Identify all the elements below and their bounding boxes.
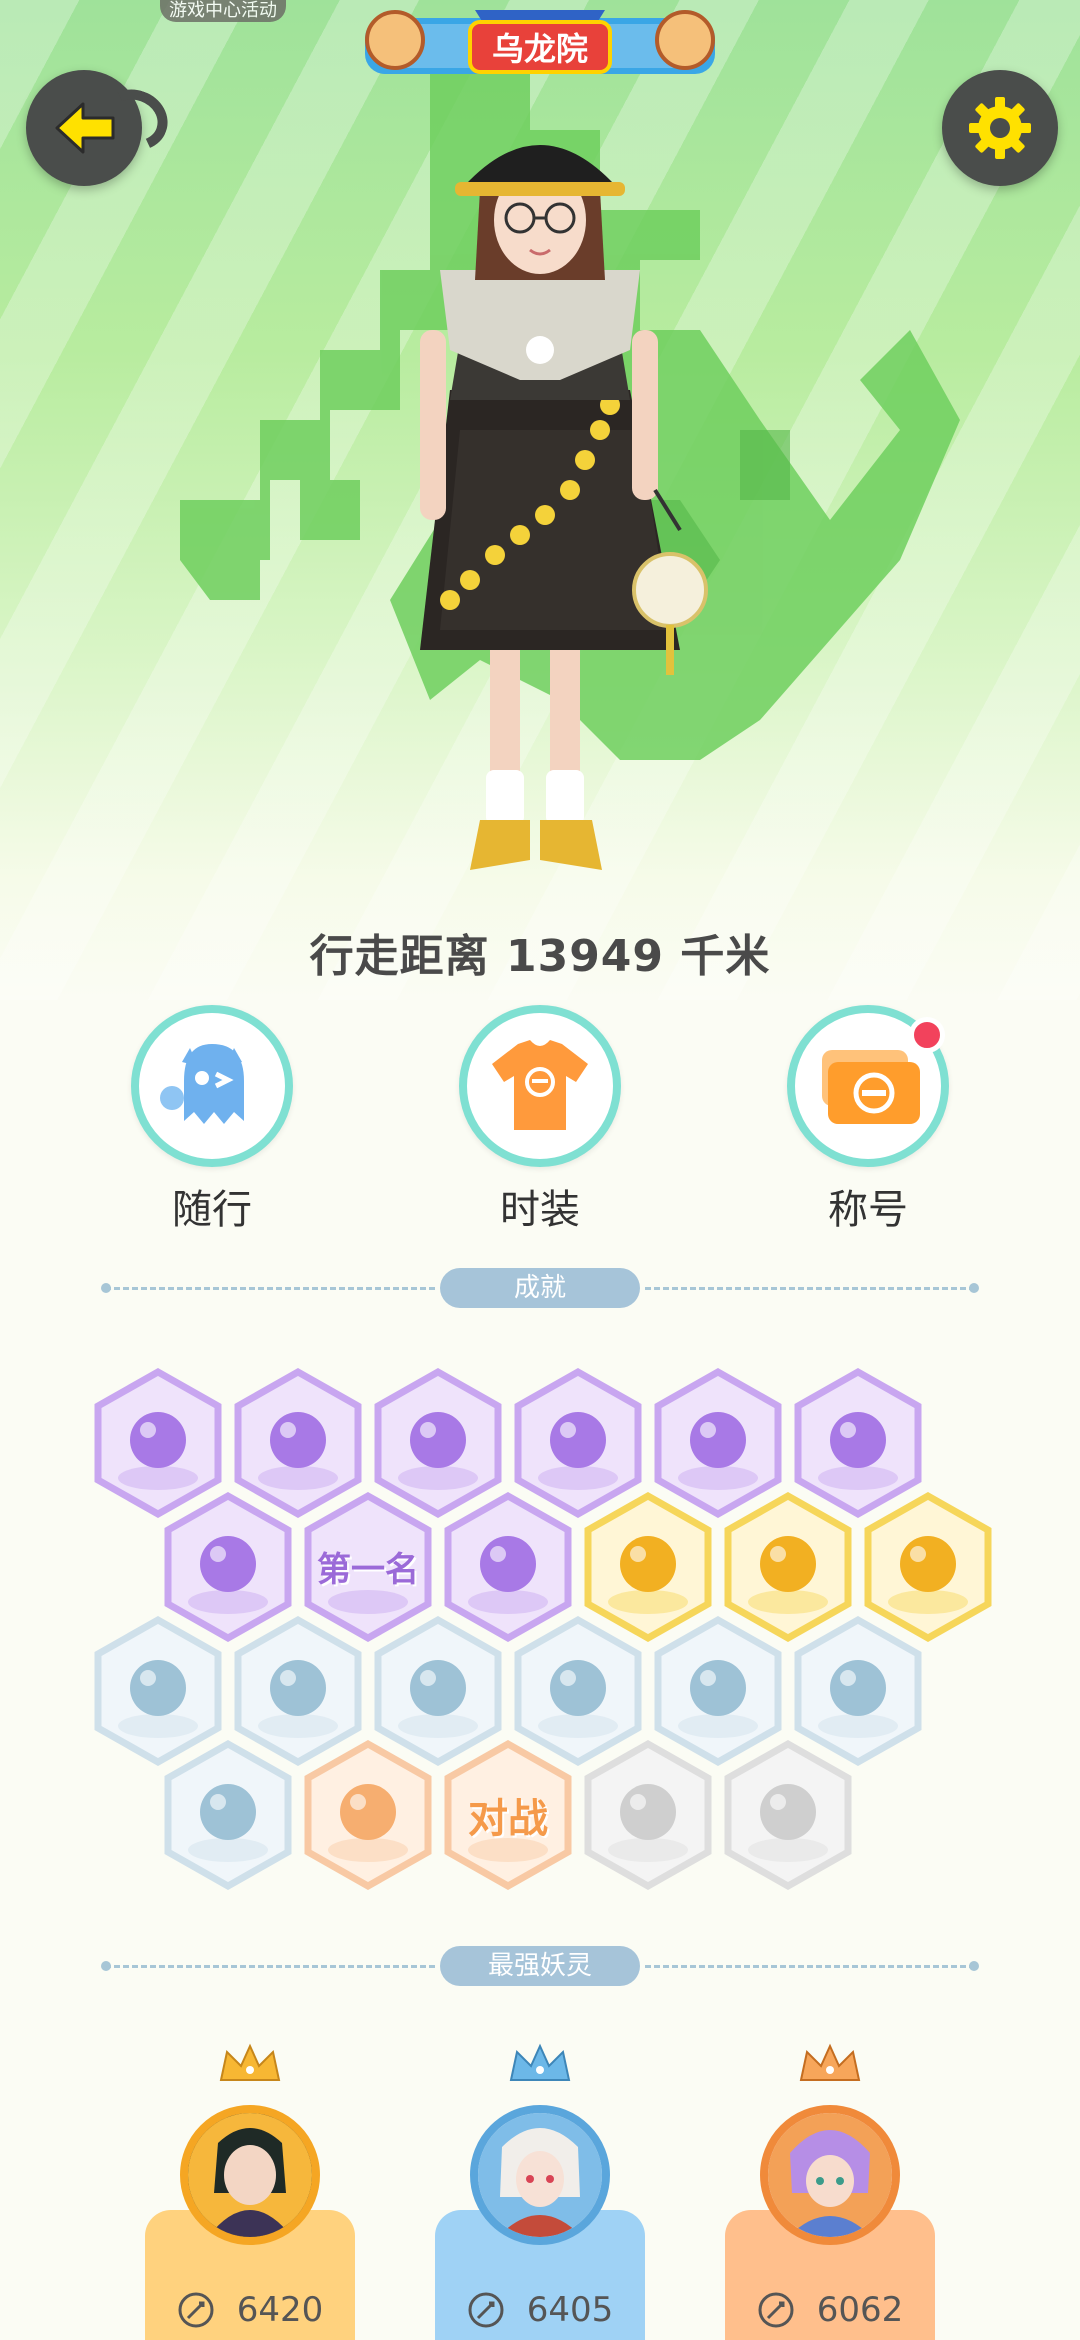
sword-icon xyxy=(178,2292,214,2328)
gear-icon xyxy=(969,97,1031,159)
spirit-score-row: 6405 xyxy=(435,2285,645,2335)
sword-icon xyxy=(758,2292,794,2328)
achievement-badge[interactable]: 对战 xyxy=(442,1740,574,1890)
settings-button[interactable] xyxy=(942,70,1058,186)
title-card-icon xyxy=(822,1050,920,1124)
spirit-score: 6062 xyxy=(816,2290,904,2330)
divider-line xyxy=(105,1965,435,1968)
divider-line xyxy=(645,1965,975,1968)
companion-label: 随行 xyxy=(172,1187,252,1233)
walking-distance-text: 行走距离 13949 千米 xyxy=(309,931,771,982)
spirit-score-row: 6062 xyxy=(725,2285,935,2335)
menu-fashion[interactable]: 时装 xyxy=(455,1005,625,1235)
spirit-score: 6420 xyxy=(236,2290,324,2330)
cat-cart-badge-icon xyxy=(304,1740,432,1890)
achievement-badge[interactable] xyxy=(302,1740,434,1890)
divider-line xyxy=(105,1287,435,1290)
spirit-avatar xyxy=(760,2105,900,2245)
spirit-card-3[interactable]: 6062 xyxy=(725,2040,935,2340)
title-button[interactable] xyxy=(787,1005,949,1167)
spirit-avatar xyxy=(470,2105,610,2245)
divider-dot xyxy=(969,1283,979,1293)
ghost-pet-icon xyxy=(160,1044,244,1124)
spirit-avatar xyxy=(180,2105,320,2245)
back-button[interactable] xyxy=(26,70,142,186)
strongest-spirits-title: 最强妖灵 xyxy=(440,1946,640,1986)
logo-text: 乌龙院 xyxy=(492,30,588,68)
crown-icon xyxy=(799,2043,861,2081)
spirit-score: 6405 xyxy=(526,2290,614,2330)
spirit-portrait-icon xyxy=(188,2113,312,2237)
achievements-title: 成就 xyxy=(440,1268,640,1308)
companion-button[interactable] xyxy=(131,1005,293,1167)
game-logo: 乌龙院 xyxy=(365,10,715,74)
first-place-badge-text: 第一名 xyxy=(317,1550,419,1590)
crown-icon xyxy=(509,2043,571,2081)
achievement-badge[interactable] xyxy=(722,1740,854,1890)
battle-badge-text: 对战 xyxy=(468,1796,548,1842)
achievement-badge[interactable] xyxy=(162,1740,294,1890)
spirit-card-2[interactable]: 6405 xyxy=(435,2040,645,2340)
strongest-spirits-section-header: 最强妖灵 xyxy=(101,1946,979,1986)
crown-icon xyxy=(219,2043,281,2081)
top-banner[interactable]: 游戏中心活动 xyxy=(160,0,286,22)
crossed-swords-badge-icon xyxy=(724,1740,852,1890)
spirit-card-1[interactable]: 6420 xyxy=(145,2040,355,2340)
cat-list-badge-icon xyxy=(164,1740,292,1890)
menu-title[interactable]: 称号 xyxy=(783,1005,953,1235)
divider-dot xyxy=(969,1961,979,1971)
hero-background: 游戏中心活动 乌龙院 行走距离 13949 千米 xyxy=(0,0,1080,1000)
fashion-button[interactable] xyxy=(459,1005,621,1167)
menu-companion[interactable]: 随行 xyxy=(127,1005,297,1235)
title-label: 称号 xyxy=(828,1187,908,1233)
sword-icon xyxy=(468,2292,504,2328)
spirit-score-row: 6420 xyxy=(145,2285,355,2335)
achievements-section-header: 成就 xyxy=(101,1268,979,1308)
character-avatar[interactable] xyxy=(380,130,720,900)
spirit-portrait-icon xyxy=(768,2113,892,2237)
achievement-badge[interactable] xyxy=(582,1740,714,1890)
arrow-left-icon xyxy=(55,102,115,154)
tshirt-icon xyxy=(492,1040,588,1130)
notification-dot xyxy=(909,1017,945,1053)
spirit-portrait-icon xyxy=(478,2113,602,2237)
divider-line xyxy=(645,1287,975,1290)
fashion-label: 时装 xyxy=(500,1187,580,1233)
belt-badge-icon xyxy=(584,1740,712,1890)
